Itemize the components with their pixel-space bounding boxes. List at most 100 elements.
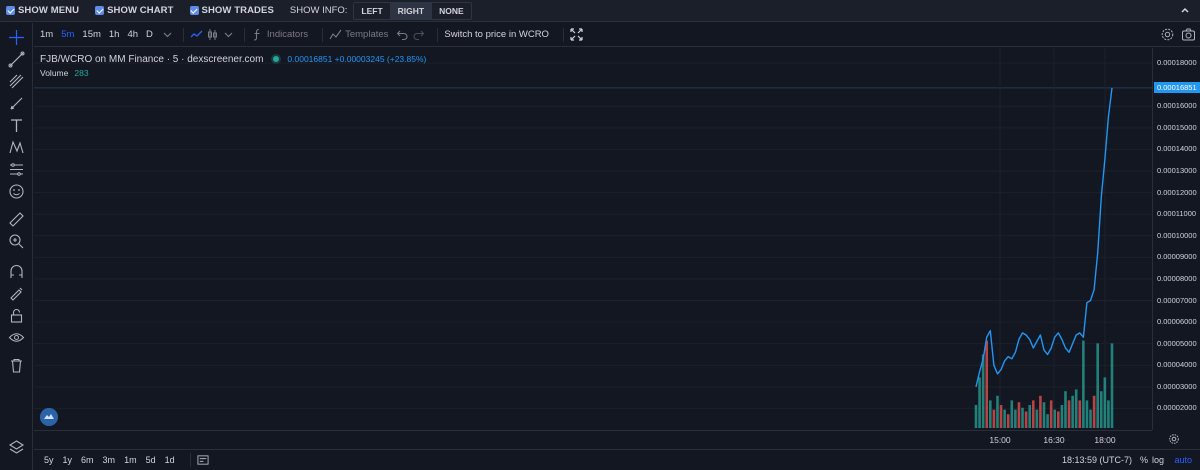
show-info-none[interactable]: NONE <box>432 3 471 19</box>
text-tool-icon[interactable] <box>8 117 25 134</box>
templates-icon <box>329 29 342 40</box>
time-tick: 18:00 <box>1094 435 1116 445</box>
dexscreener-logo-icon[interactable] <box>40 408 58 426</box>
volume-bar <box>999 405 1003 428</box>
brush-icon[interactable] <box>8 95 25 112</box>
chevron-up-icon[interactable] <box>1180 5 1190 15</box>
volume-bar <box>1067 400 1071 428</box>
layers-icon[interactable] <box>8 439 25 456</box>
measure-icon[interactable] <box>8 161 25 178</box>
chart-pane[interactable]: FJB/WCRO on MM Finance · 5 · dexscreener… <box>34 48 1152 430</box>
range-6m[interactable]: 6m <box>81 455 94 465</box>
time-axis[interactable]: 15:00 16:30 18:00 <box>34 430 1152 448</box>
volume-bar <box>1003 409 1006 428</box>
redo-icon[interactable] <box>412 28 425 41</box>
price-tick: 0.00008000 <box>1157 273 1197 283</box>
divider <box>562 27 564 42</box>
stay-in-drawing-icon[interactable] <box>8 285 25 302</box>
range-1d[interactable]: 1d <box>165 455 175 465</box>
checkbox-icon[interactable] <box>189 6 199 15</box>
show-info-left[interactable]: LEFT <box>354 2 391 19</box>
price-chart[interactable] <box>34 48 1152 430</box>
price-tick: 0.00016000 <box>1157 101 1197 111</box>
axis-settings-icon[interactable] <box>1168 433 1180 445</box>
timeframe-1m[interactable]: 1m <box>40 29 53 40</box>
price-axis[interactable]: 0.00018000 0.00016000 0.00015000 0.00014000… <box>1152 48 1200 430</box>
fib-tool-icon[interactable] <box>8 73 25 90</box>
volume-bar <box>1103 377 1107 428</box>
chevron-down-icon[interactable] <box>222 28 235 41</box>
date-range-icon[interactable] <box>197 454 209 466</box>
volume-bar <box>1049 400 1053 428</box>
lock-icon[interactable] <box>8 307 25 324</box>
zoom-in-icon[interactable] <box>8 233 25 250</box>
volume-bar <box>1110 343 1114 428</box>
price-tick: 0.00007000 <box>1157 295 1197 305</box>
volume-bar <box>1046 414 1049 428</box>
volume-bar <box>1031 400 1035 428</box>
show-info-right[interactable]: RIGHT <box>390 2 433 19</box>
clock[interactable]: 18:13:59 (UTC-7) <box>1062 455 1132 465</box>
percent-toggle[interactable]: % <box>1140 455 1148 465</box>
volume-bar <box>1010 400 1014 428</box>
range-5y[interactable]: 5y <box>44 455 54 465</box>
chevron-down-icon[interactable] <box>161 28 174 41</box>
function-icon <box>253 28 260 41</box>
pattern-icon[interactable] <box>8 139 25 156</box>
ruler-icon[interactable] <box>8 211 25 228</box>
show-trades-option[interactable]: SHOW TRADES <box>189 5 274 16</box>
volume-bar <box>981 354 985 428</box>
volume-bar <box>1071 395 1074 428</box>
drawing-toolbar <box>0 23 33 470</box>
fullscreen-icon[interactable] <box>570 28 583 41</box>
checkbox-icon[interactable] <box>95 6 105 15</box>
eye-icon[interactable] <box>8 329 25 346</box>
timeframe-1h[interactable]: 1h <box>109 29 120 40</box>
divider <box>243 27 245 42</box>
volume-label: Volume <box>40 68 69 78</box>
timeframe-15m[interactable]: 15m <box>82 29 100 40</box>
crosshair-icon[interactable] <box>8 29 25 46</box>
candles-icon[interactable] <box>206 28 219 41</box>
range-5d[interactable]: 5d <box>146 455 156 465</box>
price-tick: 0.00006000 <box>1157 317 1197 327</box>
checkbox-icon[interactable] <box>6 6 15 15</box>
emoji-icon[interactable] <box>8 183 25 200</box>
timeframe-d[interactable]: D <box>146 29 153 40</box>
volume-bar <box>1017 402 1021 428</box>
time-tick: 15:00 <box>989 435 1011 445</box>
timeframe-4h[interactable]: 4h <box>127 29 138 40</box>
price-tick: 0.00005000 <box>1157 338 1197 348</box>
range-1m[interactable]: 1m <box>124 455 137 465</box>
volume-bar <box>1085 400 1089 428</box>
timeframe-5m[interactable]: 5m <box>61 29 74 40</box>
line-chart-icon[interactable] <box>190 28 203 41</box>
auto-toggle[interactable]: auto <box>1174 455 1192 465</box>
switch-price-button[interactable]: Switch to price in WCRO <box>444 29 549 40</box>
volume-bar <box>1078 400 1082 428</box>
pair-title: FJB/WCRO on MM Finance · 5 · dexscreener… <box>40 53 264 65</box>
legend-volume-row: Volume 283 <box>40 66 426 80</box>
time-tick: 16:30 <box>1043 435 1065 445</box>
volume-bar <box>1099 391 1103 428</box>
camera-icon[interactable] <box>1181 27 1196 42</box>
templates-button[interactable]: Templates <box>329 28 388 41</box>
range-1y[interactable]: 1y <box>63 455 73 465</box>
last-price-label: 0.00016851 <box>1154 82 1200 94</box>
volume-bar <box>992 409 996 428</box>
log-toggle[interactable]: log <box>1152 455 1164 465</box>
show-chart-option[interactable]: SHOW CHART <box>95 5 173 16</box>
magnet-icon[interactable] <box>8 263 25 280</box>
trend-line-icon[interactable] <box>8 51 25 68</box>
show-menu-option[interactable]: SHOW MENU <box>6 5 79 16</box>
indicators-button[interactable]: Indicators <box>251 28 308 41</box>
gear-icon[interactable] <box>1160 27 1175 42</box>
divider <box>189 453 191 467</box>
chart-toolbar: 1m 5m 15m 1h 4h D Indicators Templates S… <box>34 23 1200 47</box>
undo-icon[interactable] <box>396 28 409 41</box>
price-tick: 0.00012000 <box>1157 187 1197 197</box>
range-3m[interactable]: 3m <box>103 455 116 465</box>
chart-settings-group <box>1154 27 1196 42</box>
trash-icon[interactable] <box>8 357 25 374</box>
price-tick: 0.00018000 <box>1157 58 1197 68</box>
